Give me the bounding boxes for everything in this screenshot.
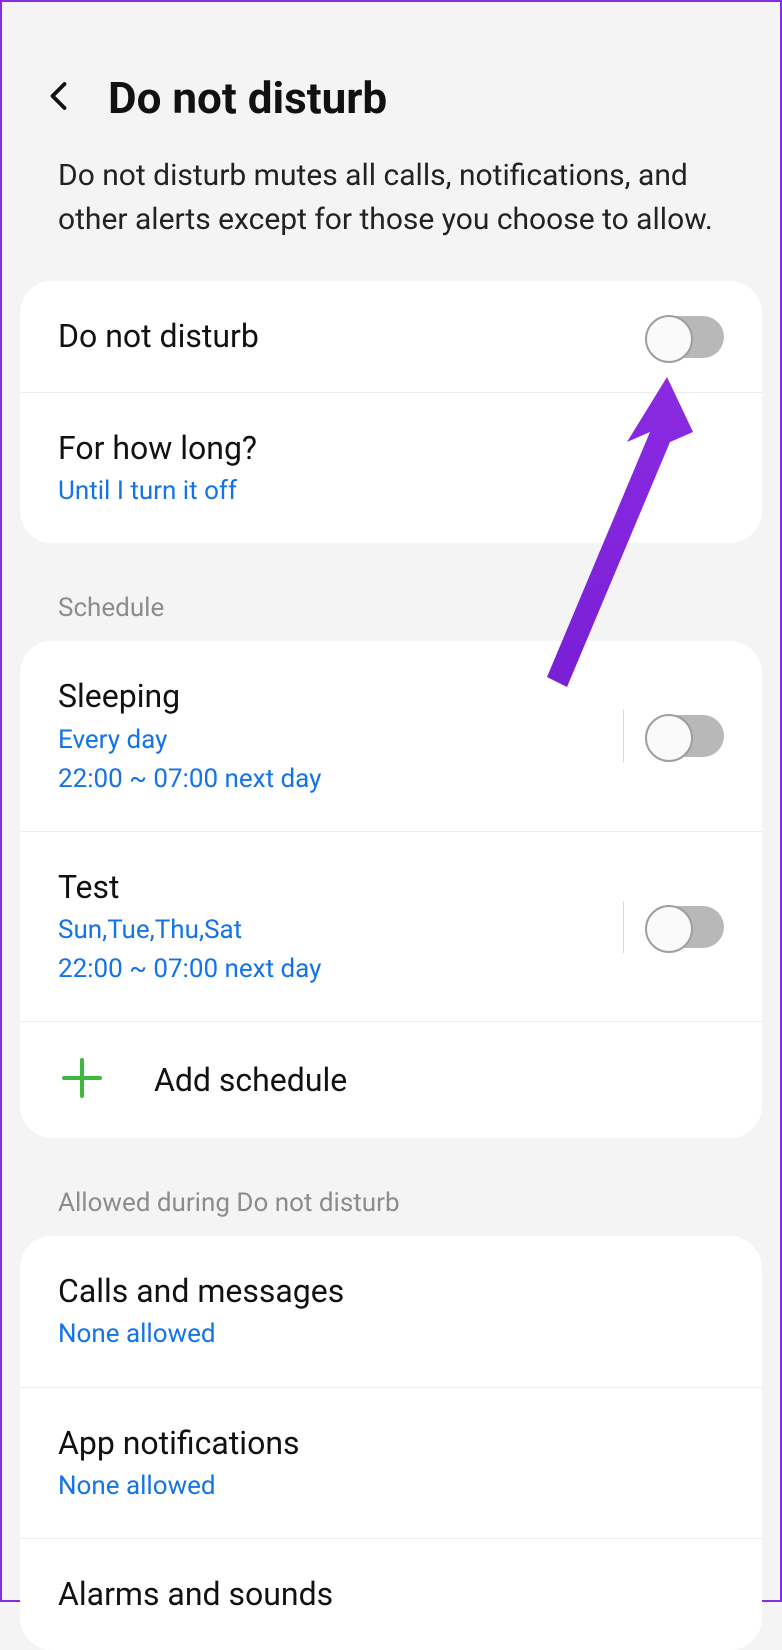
allowed-value: None allowed	[58, 1469, 300, 1504]
allowed-label: App notifications	[58, 1422, 300, 1465]
section-allowed: Allowed during Do not disturb	[2, 1138, 780, 1236]
page-title: Do not disturb	[108, 72, 387, 124]
add-schedule-row[interactable]: Add schedule	[20, 1022, 762, 1138]
schedule-time: 22:00 ~ 07:00 next day	[58, 762, 321, 797]
duration-label: For how long?	[58, 427, 257, 470]
allowed-label: Calls and messages	[58, 1270, 344, 1313]
allowed-label: Alarms and sounds	[58, 1573, 333, 1616]
allowed-row[interactable]: Calls and messages None allowed	[20, 1236, 762, 1387]
dnd-label: Do not disturb	[58, 315, 259, 358]
back-icon[interactable]	[42, 78, 78, 118]
schedule-row[interactable]: Sleeping Every day 22:00 ~ 07:00 next da…	[20, 641, 762, 831]
page-description: Do not disturb mutes all calls, notifica…	[2, 154, 780, 281]
schedule-days: Sun,Tue,Thu,Sat	[58, 913, 321, 948]
schedule-name: Sleeping	[58, 675, 321, 718]
dnd-main-card: Do not disturb For how long? Until I tur…	[20, 281, 762, 543]
schedule-days: Every day	[58, 723, 321, 758]
schedule-toggle[interactable]	[646, 715, 724, 757]
section-schedule: Schedule	[2, 543, 780, 641]
schedule-card: Sleeping Every day 22:00 ~ 07:00 next da…	[20, 641, 762, 1138]
schedule-row[interactable]: Test Sun,Tue,Thu,Sat 22:00 ~ 07:00 next …	[20, 832, 762, 1022]
schedule-time: 22:00 ~ 07:00 next day	[58, 952, 321, 987]
allowed-row[interactable]: App notifications None allowed	[20, 1388, 762, 1539]
schedule-name: Test	[58, 866, 321, 909]
dnd-toggle[interactable]	[646, 316, 724, 358]
allowed-value: None allowed	[58, 1317, 344, 1352]
plus-icon	[58, 1054, 106, 1106]
divider	[623, 710, 624, 762]
allowed-row[interactable]: Alarms and sounds	[20, 1539, 762, 1650]
dnd-toggle-row[interactable]: Do not disturb	[20, 281, 762, 393]
allowed-card: Calls and messages None allowed App noti…	[20, 1236, 762, 1650]
duration-value: Until I turn it off	[58, 474, 257, 509]
schedule-toggle[interactable]	[646, 906, 724, 948]
divider	[623, 901, 624, 953]
add-schedule-label: Add schedule	[154, 1061, 347, 1099]
dnd-duration-row[interactable]: For how long? Until I turn it off	[20, 393, 762, 543]
